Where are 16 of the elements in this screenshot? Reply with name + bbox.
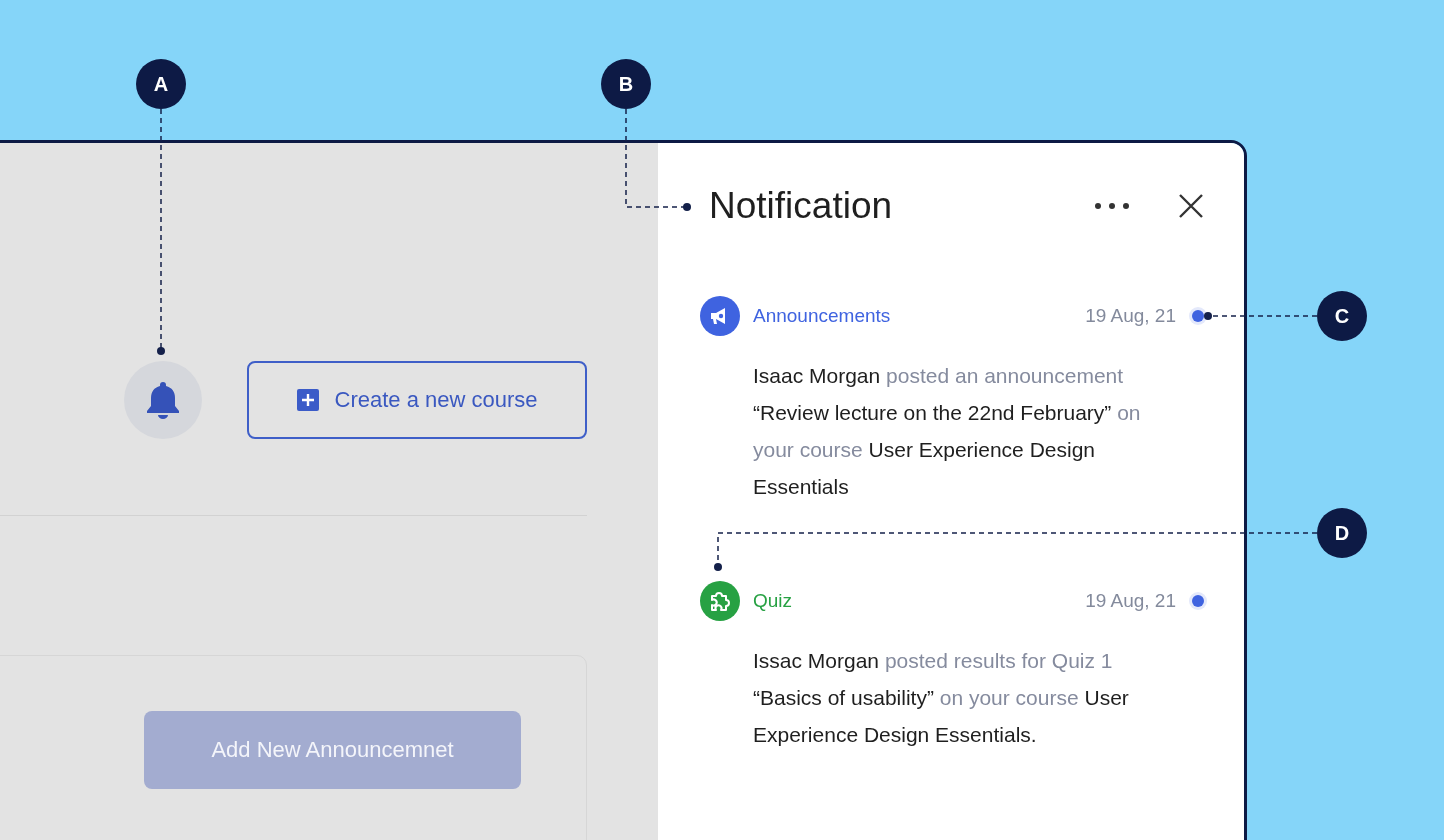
callout-badge: C — [1317, 291, 1367, 341]
notification-date: 19 Aug, 21 — [1085, 305, 1176, 327]
notification-text: Isaac Morgan posted an announcement “Review lecture on the 22nd February” on your course User Experience Design Essentials — [753, 363, 1142, 500]
callout-badge: B — [601, 59, 651, 109]
bell-icon — [145, 380, 181, 420]
category-label[interactable]: Announcements — [753, 305, 1086, 327]
close-icon[interactable] — [1178, 193, 1204, 219]
panel-title: Notification — [709, 185, 894, 227]
more-icon[interactable] — [1094, 202, 1130, 210]
create-course-button[interactable]: Create a new course — [247, 361, 587, 439]
plus-icon — [296, 389, 319, 411]
notification-text: Issac Morgan posted results for Quiz 1 “Basics of usability” on your course User Experience Design Essentials. — [753, 648, 1130, 748]
category-label[interactable]: Quiz — [753, 590, 1086, 612]
callout-badge: D — [1317, 508, 1367, 558]
notification-date: 19 Aug, 21 — [1085, 590, 1176, 612]
callout-badge: A — [136, 59, 186, 109]
